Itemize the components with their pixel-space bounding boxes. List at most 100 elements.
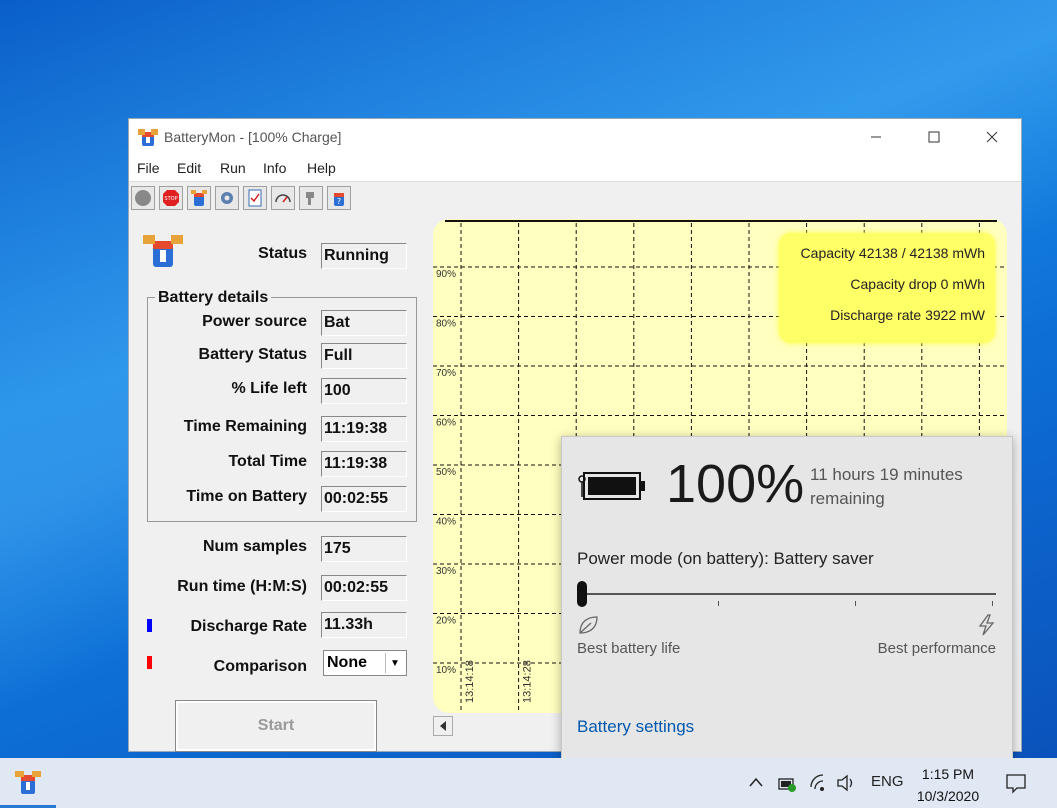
chart-y-tick-label: 30% (436, 566, 456, 577)
chevron-down-icon: ▼ (385, 653, 404, 673)
chevron-up-icon[interactable] (748, 776, 764, 788)
leaf-icon (579, 616, 598, 634)
capacity-drop-annotation: Capacity drop 0 mWh (850, 276, 985, 292)
plug-icon (306, 192, 314, 205)
menu-info[interactable]: Info (263, 160, 286, 176)
battery-percent: 100% (666, 454, 805, 514)
total-time-label: Total Time (228, 453, 307, 470)
chart-y-tick-label: 20% (436, 616, 456, 627)
settings-icon (221, 192, 233, 204)
power-source-label: Power source (202, 313, 307, 330)
status-value: Running (321, 243, 407, 269)
power-mode-label: Power mode (on battery): Battery saver (577, 549, 874, 568)
menu-file[interactable]: File (137, 160, 160, 176)
language-indicator[interactable]: ENG (871, 773, 904, 790)
chart-y-tick-label: 60% (436, 418, 456, 429)
discharge-rate-value: 11.33h (321, 612, 407, 638)
chart-x-tick-label: 13:14:28 (522, 660, 534, 703)
clock[interactable]: 1:15 PM 10/3/2020 (908, 763, 988, 807)
chart-y-tick-label: 80% (436, 319, 456, 330)
battery-flyout: 100% 11 hours 19 minutes remaining Power… (561, 436, 1013, 760)
start-button[interactable]: Start (175, 700, 377, 752)
menu-help[interactable]: Help (307, 160, 336, 176)
close-button[interactable] (969, 119, 1015, 155)
battery-full-icon (578, 472, 645, 500)
life-left-value: 100 (321, 378, 407, 404)
chevron-left-icon (440, 721, 446, 731)
maximize-button[interactable] (911, 119, 957, 155)
comparison-select[interactable]: None ▼ (323, 650, 407, 676)
time-on-battery-label: Time on Battery (186, 488, 307, 505)
power-mode-slider-track[interactable] (582, 593, 996, 595)
volume-icon[interactable] (836, 773, 858, 793)
clock-date: 10/3/2020 (916, 788, 980, 804)
scroll-left-button[interactable] (433, 716, 453, 736)
svg-text:?: ? (337, 197, 341, 206)
minimize-icon (871, 136, 881, 138)
chart-y-tick-label: 70% (436, 368, 456, 379)
time-remaining-value: 11:19:38 (321, 416, 407, 442)
toolbar: STOP ? (129, 182, 1021, 216)
clock-time: 1:15 PM (921, 766, 975, 782)
battery-button[interactable] (187, 186, 211, 210)
num-samples-value: 175 (321, 536, 407, 562)
menu-edit[interactable]: Edit (177, 160, 201, 176)
plug-button[interactable] (299, 186, 323, 210)
battery-remaining: 11 hours 19 minutes remaining (810, 465, 963, 508)
battery-settings-link[interactable]: Battery settings (577, 717, 694, 737)
discharge-rate-label: Discharge Rate (190, 618, 308, 635)
time-on-battery-value: 00:02:55 (321, 486, 407, 512)
chart-y-tick-label: 90% (436, 269, 456, 280)
chart-info-box: Capacity 42138 / 42138 mWh Capacity drop… (779, 233, 995, 343)
chart-y-tick-label: 50% (436, 467, 456, 478)
run-time-value: 00:02:55 (321, 575, 407, 601)
time-remaining-label: Time Remaining (183, 418, 307, 435)
status-label: Status (258, 245, 307, 262)
taskbar-batterymon-button[interactable] (0, 758, 56, 808)
chart-scrollbar[interactable] (433, 716, 573, 736)
life-left-label: % Life left (231, 380, 307, 397)
gauge-button[interactable] (271, 186, 295, 210)
power-source-value: Bat (321, 310, 407, 336)
minimize-button[interactable] (853, 119, 899, 155)
help-button[interactable]: ? (327, 186, 351, 210)
maximize-icon (928, 131, 940, 143)
discharge-rate-annotation: Discharge rate 3922 mW (830, 307, 985, 323)
best-battery-life-label: Best battery life (577, 640, 681, 657)
run-time-label: Run time (H:M:S) (177, 578, 307, 595)
num-samples-label: Num samples (202, 538, 307, 555)
menu-run[interactable]: Run (220, 160, 246, 176)
checklist-button[interactable] (243, 186, 267, 210)
slider-tick (855, 601, 856, 606)
comparison-label: Comparison (213, 658, 307, 675)
best-performance-label: Best performance (877, 640, 996, 657)
batterymon-tray-icon[interactable] (777, 773, 799, 793)
capacity-annotation: Capacity 42138 / 42138 mWh (800, 245, 985, 261)
taskbar: ENG 1:15 PM 10/3/2020 (0, 758, 1057, 808)
power-mode-slider-thumb[interactable] (577, 581, 587, 607)
stop-circle-button[interactable] (131, 186, 155, 210)
menu-bar: File Edit Run Info Help (129, 155, 1021, 182)
batterymon-taskbar-icon (15, 770, 41, 794)
wifi-icon[interactable] (808, 773, 830, 793)
slider-tick (718, 601, 719, 606)
chart-y-tick-label: 10% (436, 665, 456, 676)
chart-y-tick-label: 40% (436, 517, 456, 528)
lightning-icon (978, 614, 995, 636)
help-icon: ? (334, 193, 344, 206)
gauge-icon (275, 194, 291, 203)
stop-button[interactable]: STOP (159, 186, 183, 210)
stop-circle-icon (135, 190, 151, 206)
title-bar[interactable]: BatteryMon - [100% Charge] (129, 119, 1021, 155)
window-title: BatteryMon - [100% Charge] (164, 129, 342, 145)
comparison-selected: None (327, 654, 367, 671)
battery-details-title: Battery details (155, 289, 272, 307)
settings-button[interactable] (215, 186, 239, 210)
batterymon-app-icon (138, 129, 158, 146)
notification-icon[interactable] (1005, 772, 1027, 794)
battery-status-value: Full (321, 343, 407, 369)
total-time-value: 11:19:38 (321, 451, 407, 477)
checklist-icon (248, 189, 262, 207)
chart-x-tick-label: 13:14:18 (464, 660, 476, 703)
close-icon (986, 131, 998, 143)
